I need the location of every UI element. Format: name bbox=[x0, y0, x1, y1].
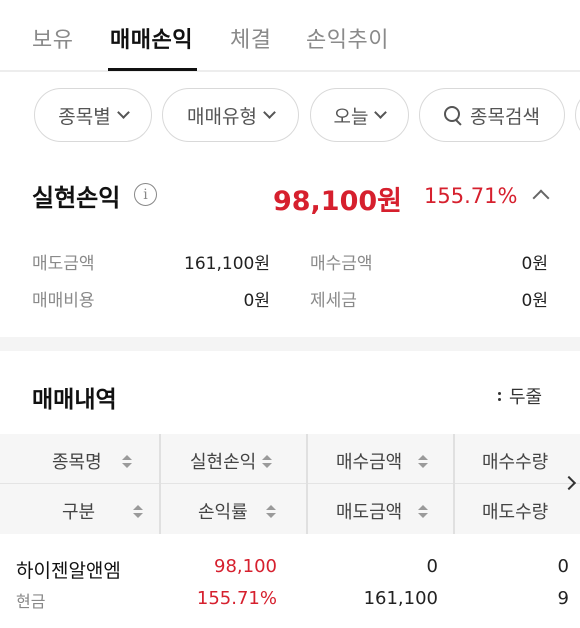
tab-executions[interactable]: 체결 bbox=[230, 22, 271, 54]
col-header-label: 매수수량 bbox=[482, 452, 549, 473]
realized-pnl-title: 실현손익 bbox=[32, 184, 121, 212]
filter-bar: 종목별 매매유형 오늘 종목검색 bbox=[0, 88, 580, 144]
row-buy-amount: 0 bbox=[426, 556, 438, 577]
active-tab-indicator bbox=[108, 68, 197, 71]
more-filter-chip[interactable] bbox=[575, 88, 580, 142]
trade-type-filter[interactable]: 매매유형 bbox=[162, 88, 299, 142]
row-stock-name: 하이젠알앤엠 bbox=[16, 560, 121, 582]
row-sell-amount: 161,100 bbox=[363, 588, 438, 609]
sort-icon bbox=[121, 454, 132, 468]
dots-icon bbox=[498, 391, 501, 401]
row-realized-pnl: 98,100 bbox=[214, 556, 277, 577]
top-tab-bar: 보유 매매손익 체결 손익추이 bbox=[0, 0, 580, 72]
col-header-label: 구분 bbox=[62, 502, 96, 523]
chevron-down-icon bbox=[374, 106, 388, 119]
col-header-sell-amount[interactable]: 매도금액 bbox=[336, 498, 429, 524]
col-header-stock-name[interactable]: 종목명 bbox=[52, 448, 132, 474]
chevron-down-icon bbox=[263, 106, 276, 119]
sort-icon bbox=[418, 504, 429, 518]
by-stock-filter-label: 종목별 bbox=[58, 105, 111, 128]
col-header-sell-qty[interactable]: 매도수량 bbox=[482, 498, 548, 524]
col-header-label: 매도금액 bbox=[336, 502, 403, 523]
row-pnl-rate: 155.71% bbox=[196, 588, 277, 609]
section-divider bbox=[0, 337, 580, 351]
col-header-label: 종목명 bbox=[52, 452, 102, 473]
tab-trading-pnl[interactable]: 매매손익 bbox=[110, 22, 193, 54]
row-sell-qty: 9 bbox=[557, 588, 569, 609]
sell-amount-label: 매도금액 bbox=[32, 254, 95, 274]
collapse-chevron-up-icon[interactable] bbox=[532, 189, 550, 207]
col-header-pnl-rate[interactable]: 손익률 bbox=[198, 498, 276, 524]
period-filter-label: 오늘 bbox=[333, 105, 369, 128]
buy-amount-value: 0원 bbox=[521, 254, 548, 274]
trade-cost-label: 매매비용 bbox=[32, 291, 95, 311]
column-divider bbox=[453, 434, 455, 534]
trade-type-filter-label: 매매유형 bbox=[187, 105, 257, 128]
search-icon bbox=[444, 106, 462, 124]
row-buy-qty: 0 bbox=[557, 556, 569, 577]
trade-history-title: 매매내역 bbox=[32, 387, 117, 413]
sort-icon bbox=[418, 454, 429, 468]
sort-icon bbox=[133, 504, 144, 518]
column-divider bbox=[306, 434, 308, 534]
col-header-label: 실현손익 bbox=[190, 452, 257, 473]
table-header: 종목명 실현손익 매수금액 매수수량 구분 손익률 매도금액 매도수량 bbox=[0, 434, 580, 534]
table-header-row: 구분 손익률 매도금액 매도수량 bbox=[0, 484, 580, 534]
col-header-buy-qty[interactable]: 매수수량 bbox=[482, 448, 548, 474]
col-header-buy-amount[interactable]: 매수금액 bbox=[336, 448, 429, 474]
period-filter[interactable]: 오늘 bbox=[310, 88, 409, 142]
sort-icon bbox=[265, 504, 276, 518]
tax-label: 제세금 bbox=[310, 291, 357, 311]
realized-pnl-amount: 98,100원 bbox=[272, 186, 402, 217]
chevron-down-icon bbox=[116, 106, 130, 119]
sort-icon bbox=[262, 454, 273, 468]
two-line-toggle-label: 두줄 bbox=[509, 387, 543, 408]
col-header-label: 매도수량 bbox=[482, 502, 549, 523]
col-header-label: 손익률 bbox=[198, 502, 248, 523]
buy-amount-label: 매수금액 bbox=[310, 254, 373, 274]
trade-cost-value: 0원 bbox=[243, 291, 270, 311]
tab-pnl-trend[interactable]: 손익추이 bbox=[306, 22, 389, 54]
col-header-category[interactable]: 구분 bbox=[62, 498, 144, 524]
sell-amount-value: 161,100원 bbox=[184, 254, 270, 274]
two-line-toggle-button[interactable]: 두줄 bbox=[498, 383, 542, 409]
column-divider bbox=[159, 434, 161, 534]
row-category: 현금 bbox=[16, 592, 46, 611]
tab-holdings[interactable]: 보유 bbox=[32, 22, 73, 54]
stock-search-label: 종목검색 bbox=[470, 105, 540, 128]
realized-pnl-rate: 155.71% bbox=[424, 184, 518, 208]
stock-search-button[interactable]: 종목검색 bbox=[419, 88, 565, 142]
col-header-realized-pnl[interactable]: 실현손익 bbox=[190, 448, 273, 474]
by-stock-filter[interactable]: 종목별 bbox=[34, 88, 152, 142]
col-header-label: 매수금액 bbox=[336, 452, 403, 473]
table-header-row: 종목명 실현손익 매수금액 매수수량 bbox=[0, 434, 580, 484]
tax-value: 0원 bbox=[521, 291, 548, 311]
info-icon[interactable]: i bbox=[134, 183, 157, 206]
